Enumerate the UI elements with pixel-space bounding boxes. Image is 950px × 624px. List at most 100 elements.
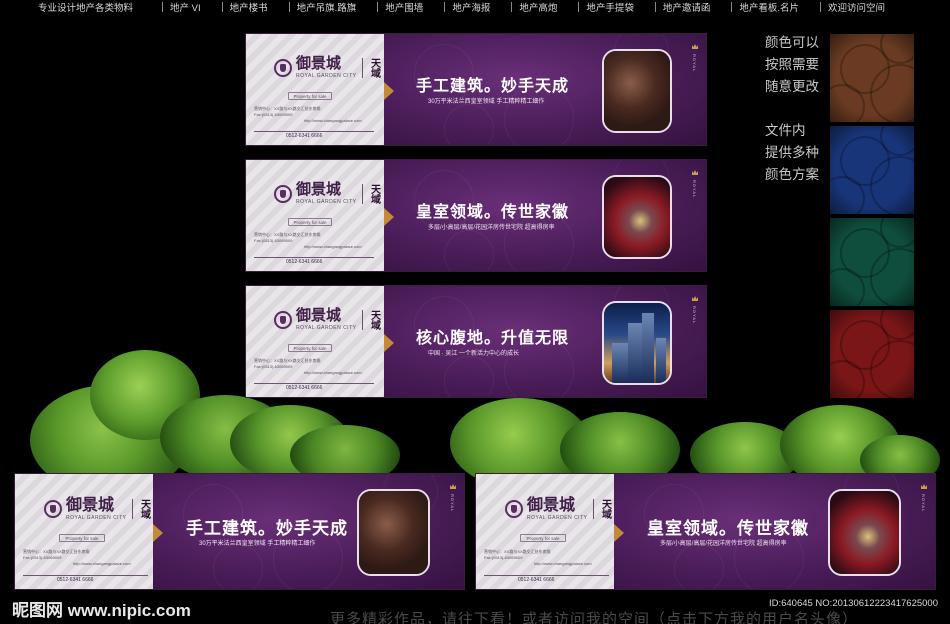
crown-icon — [692, 296, 698, 301]
nav-item[interactable]: 地产 VI — [155, 0, 201, 14]
arrow-icon — [384, 82, 394, 100]
contact-phone: 0512-6341 6666 — [57, 577, 94, 583]
contact-divider — [254, 257, 374, 258]
banner-photo — [830, 491, 899, 574]
banner-photo — [604, 177, 670, 257]
vertical-brandmark: ROYAL — [921, 494, 926, 513]
nav-separator — [578, 2, 580, 12]
swatch-note-line: 提供多种 — [765, 145, 819, 160]
nav-item[interactable]: 欢迎访问空间 — [813, 0, 885, 14]
banner-logo-panel: 御景城 ROYAL GARDEN CITY 天域 Property for sale 营… — [246, 160, 384, 271]
banner-photo-frame — [602, 49, 672, 133]
brand-emblem-icon — [274, 184, 292, 203]
arrow-icon — [384, 208, 394, 226]
brand-tianyu: 天域 — [362, 57, 379, 78]
contact-address: 营销中心：XX路与XX路交汇处东南角 Fax:(0513)-63069009 htt… — [23, 549, 131, 567]
color-swatch — [830, 310, 914, 398]
background-pattern — [674, 544, 724, 589]
background-pattern — [444, 104, 494, 145]
vertical-brandmark: ROYAL — [450, 494, 455, 513]
nav-item-label: 地产围墙 — [385, 3, 424, 14]
brand-logo: 御景城 ROYAL GARDEN CITY 天域 — [505, 497, 614, 521]
sale-pill: Property for sale — [59, 534, 105, 542]
nav-separator — [731, 2, 733, 12]
brand-name-block: 御景城 ROYAL GARDEN CITY — [296, 56, 356, 80]
sale-pill: Property for sale — [288, 218, 332, 226]
banner-tagline: 30万平米法兰西皇室领域 手工精粹精工细作 — [199, 541, 316, 547]
contact-address: 营销中心：XX路与XX路交汇处东南角 Fax:(0513)-63069009 htt… — [254, 232, 362, 250]
banner-photo-frame — [602, 175, 672, 259]
background-pattern — [444, 356, 494, 397]
banner-headline: 手工建筑。妙手天成 — [186, 519, 348, 539]
banner-logo-panel: 御景城 ROYAL GARDEN CITY 天域 Property for sale 营… — [15, 474, 153, 589]
background-pattern — [213, 544, 263, 589]
swatch-note-line: 文件内 — [765, 123, 806, 138]
nav-item-label: 地产楼书 — [229, 3, 268, 14]
brand-emblem-icon — [274, 58, 292, 77]
crown-icon — [692, 170, 698, 175]
banner-message-panel: 皇室领域。传世家徽 多层/小高层/高层/花园洋房传世宅院 超高得房率 ROYAL — [614, 474, 935, 589]
banner-photo-frame — [602, 301, 672, 385]
building-shape — [642, 313, 654, 383]
contact-address: 营销中心：XX路与XX路交汇处东南角 Fax:(0513)-63069009 htt… — [484, 549, 592, 567]
top-nav: 专业设计地产各类物料 地产 VI 地产楼书 地产吊旗.路旗 地产围墙 地产海报 地产高炮 地产… — [0, 0, 950, 14]
color-swatch — [830, 126, 914, 214]
banner-photo — [604, 51, 670, 131]
banner-photo — [359, 491, 428, 574]
brand-name: 御景城 — [296, 180, 342, 198]
swatch-note-line: 颜色可以 — [765, 35, 819, 50]
brand-tianyu: 天域 — [362, 183, 379, 204]
nav-separator — [288, 2, 290, 12]
nav-separator — [162, 2, 164, 12]
sale-pill: Property for sale — [288, 344, 332, 352]
nav-item[interactable]: 地产围墙 — [370, 0, 423, 14]
nav-item[interactable]: 地产邀请函 — [648, 0, 710, 14]
banner-logo-panel: 御景城 ROYAL GARDEN CITY 天域 Property for sale 营… — [246, 286, 384, 397]
nav-item[interactable]: 专业设计地产各类物料 — [0, 0, 133, 14]
vertical-brandmark: ROYAL — [692, 306, 697, 325]
nav-item[interactable]: 地产海报 — [437, 0, 490, 14]
banner-tagline: 多层/小高层/高层/花园洋房传世宅院 超高得房率 — [660, 541, 787, 547]
brand-subtitle: ROYAL GARDEN CITY — [527, 515, 588, 521]
footer-cta[interactable]: 更多精彩作品，请往下看！或者访问我的空间（点击下方我的用户名头像） — [330, 608, 858, 624]
banner-ad: 御景城 ROYAL GARDEN CITY 天域 Property for sale 营… — [245, 159, 707, 272]
brand-name-block: 御景城 ROYAL GARDEN CITY — [296, 180, 357, 206]
nav-item-label: 地产海报 — [452, 3, 491, 14]
nav-item-label: 专业设计地产各类物料 — [38, 3, 134, 14]
nav-item[interactable]: 地产高炮 — [504, 0, 557, 14]
brand-name: 御景城 — [527, 495, 576, 514]
swatch-note-line — [765, 98, 819, 120]
nav-item-label: 地产手提袋 — [586, 3, 634, 14]
building-shape — [628, 323, 642, 383]
contact-divider — [254, 131, 374, 132]
brand-subtitle: ROYAL GARDEN CITY — [296, 199, 357, 205]
nav-separator — [820, 2, 822, 12]
color-swatch — [830, 34, 914, 122]
banner-ad: 御景城 ROYAL GARDEN CITY 天域 Property for sale 营… — [475, 473, 936, 590]
nav-item[interactable]: 地产看板.名片 — [724, 0, 799, 14]
banner-tagline: 多层/小高层/高层/花园洋房传世宅院 超高得房率 — [428, 225, 555, 231]
nav-item[interactable]: 地产手提袋 — [571, 0, 634, 14]
site-watermark: 昵图网 www.nipic.com — [12, 601, 191, 620]
brand-subtitle: ROYAL GARDEN CITY — [66, 515, 127, 521]
banner-message-panel: 手工建筑。妙手天成 30万平米法兰西皇室领域 手工精粹精工细作 ROYAL — [153, 474, 464, 589]
banner-photo-frame — [828, 489, 901, 576]
contact-website: http://www.changangpalace.com — [304, 370, 362, 375]
color-swatch — [830, 218, 914, 306]
crown-icon — [921, 484, 927, 489]
nav-item[interactable]: 地产吊旗.路旗 — [282, 0, 356, 14]
brand-logo: 御景城 ROYAL GARDEN CITY 天域 — [274, 56, 384, 79]
contact-website: http://www.changangpalace.com — [304, 244, 362, 249]
banner-message-panel: 核心腹地。升值无限 中国 · 吴江 一个新活力中心的成长 ROYAL — [384, 286, 706, 397]
crown-icon — [692, 44, 698, 49]
contact-divider — [254, 383, 374, 384]
brand-tianyu: 天域 — [593, 499, 610, 519]
sale-pill: Property for sale — [520, 534, 566, 542]
brand-logo: 御景城 ROYAL GARDEN CITY 天域 — [274, 182, 384, 205]
nav-item[interactable]: 地产楼书 — [215, 0, 268, 14]
nav-separator — [654, 2, 656, 12]
brand-name-block: 御景城 ROYAL GARDEN CITY — [527, 495, 588, 522]
banner-tagline: 中国 · 吴江 一个新活力中心的成长 — [428, 351, 519, 357]
brand-emblem-icon — [505, 500, 523, 518]
swatch-note-line: 按照需要 — [765, 57, 819, 72]
